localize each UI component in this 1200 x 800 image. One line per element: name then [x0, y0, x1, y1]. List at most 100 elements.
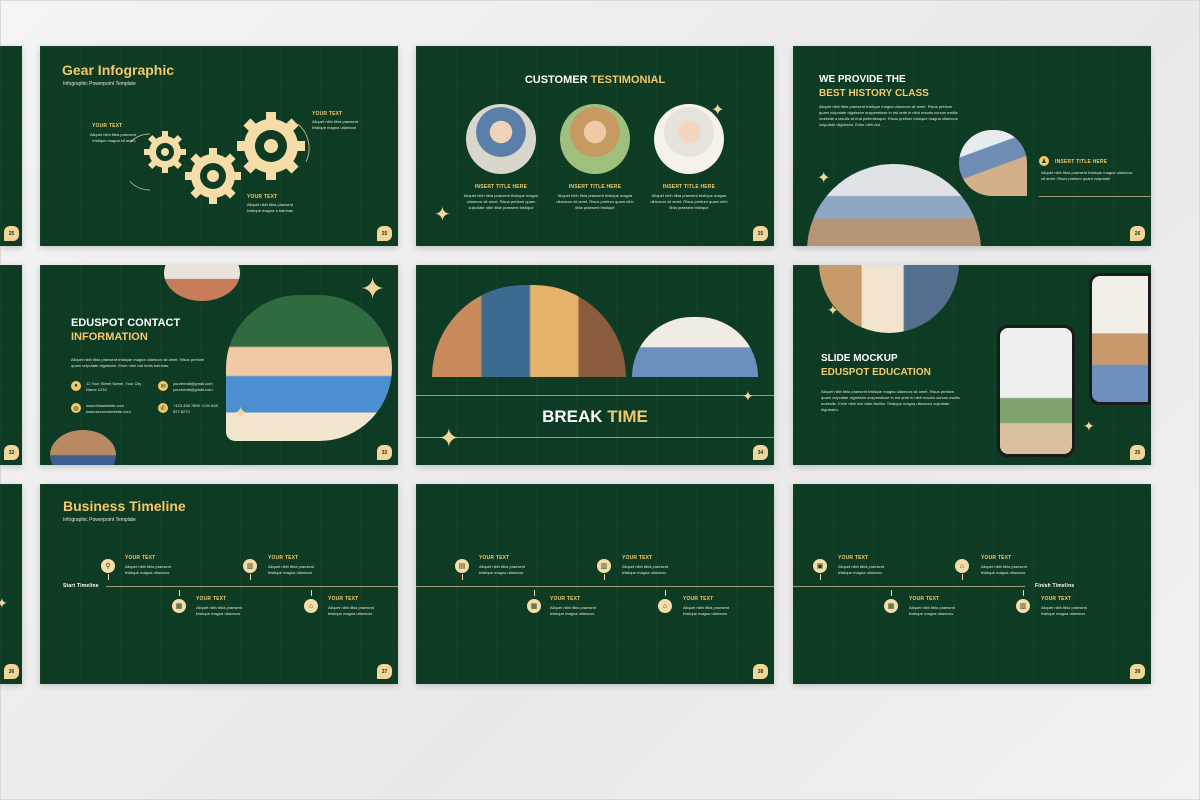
slide-body: Aliquet nibh tibia praesent tristique ma…	[821, 389, 960, 412]
timeline-axis	[793, 586, 1025, 587]
globe-icon: ◍	[71, 403, 81, 413]
website-text[interactable]: www.thiswebsite.com www.secondwebsite.co…	[86, 403, 142, 415]
timeline-tick	[820, 574, 821, 580]
page-number-badge: 36	[4, 664, 19, 679]
timeline-axis	[106, 586, 398, 587]
address-text: 12 Your Street Name, Your City Name 1234	[86, 381, 142, 392]
page-number-badge: 32	[4, 445, 19, 460]
text-label: YOUR TEXT	[92, 123, 123, 129]
mockup-photo	[819, 265, 959, 333]
sparkle-icon: ✦	[0, 595, 8, 611]
slide-title: SLIDE MOCKUP	[821, 353, 898, 364]
timeline-label: YOUR TEXT	[550, 596, 581, 602]
timeline-node[interactable]: ▦	[527, 599, 541, 613]
slide-history-class[interactable]: WE PROVIDE THE BEST HISTORY CLASS Alique…	[793, 46, 1151, 246]
timeline-tick	[604, 574, 605, 580]
slide-contact-information[interactable]: ✦ EDUSPOT CONTACT INFORMATION Aliquet ni…	[40, 265, 398, 465]
divider-line	[1039, 196, 1151, 197]
timeline-body: Aliquet nibh tibia praesent tristique ma…	[981, 564, 1028, 575]
timeline-tick	[462, 574, 463, 580]
timeline-node[interactable]: ⌂	[304, 599, 318, 613]
slide-break-time[interactable]: BREAK TIME ✦ ✦ 34	[416, 265, 774, 465]
slide-mockup-education[interactable]: ✦ SLIDE MOCKUP EDUSPOT EDUCATION Aliquet…	[793, 265, 1151, 465]
timeline-node[interactable]: ▥	[597, 559, 611, 573]
slide-subtitle: Infographic Powerpoint Template	[63, 517, 136, 523]
slide-title: Gear Infographic	[62, 62, 175, 78]
page-number-badge: 34	[753, 445, 768, 460]
timeline-node[interactable]: ⚲	[101, 559, 115, 573]
slide-gear-infographic[interactable]: Gear Infographic Infographic Powerpoint …	[40, 46, 398, 246]
timeline-tick	[108, 574, 109, 580]
partial-slide-row3[interactable]: ✦ 36	[0, 484, 22, 684]
page-number-badge: 39	[1130, 664, 1145, 679]
insert-body: Aliquet nibh tibia praesent tristique ma…	[1041, 170, 1133, 181]
page-number-badge: 35	[1130, 445, 1145, 460]
timeline-body: Aliquet nibh tibia praesent tristique ma…	[622, 564, 669, 575]
timeline-body: Aliquet nibh tibia praesent tristique ma…	[328, 605, 375, 616]
sparkle-icon: ✦	[234, 405, 248, 422]
timeline-label: YOUR TEXT	[479, 555, 510, 561]
page-number-badge: 26	[1130, 226, 1145, 241]
partial-slide-row2[interactable]: 32	[0, 265, 22, 465]
timeline-node[interactable]: ▥	[1016, 599, 1030, 613]
timeline-node[interactable]: ▦	[884, 599, 898, 613]
page-number-badge: 38	[753, 664, 768, 679]
break-photo-large	[432, 285, 626, 377]
phone-text: +123 456 7890 +234 608 827 8270	[173, 403, 218, 414]
sparkle-icon: ✦	[742, 388, 754, 404]
testimonial-title: INSERT TITLE HERE	[474, 184, 528, 190]
history-photo-large	[807, 164, 981, 246]
divider-line	[416, 437, 774, 438]
email-icon: ✉	[158, 381, 168, 391]
timeline-node[interactable]: ⌂	[955, 559, 969, 573]
page-number-badge: 25	[4, 226, 19, 241]
testimonial-body: Aliquet nibh tibia praesent tristique ma…	[463, 193, 539, 210]
timeline-body: Aliquet nibh tibia praesent tristique ma…	[683, 605, 730, 616]
timeline-node[interactable]: ▣	[813, 559, 827, 573]
timeline-tick	[665, 590, 666, 596]
timeline-label: YOUR TEXT	[909, 596, 940, 602]
partial-slide-row1[interactable]: 25	[0, 46, 22, 246]
timeline-node[interactable]: ⌂	[658, 599, 672, 613]
slide-customer-testimonial[interactable]: CUSTOMER TESTIMONIAL ✦ ✦ INSERT TITLE HE…	[416, 46, 774, 246]
timeline-body: Aliquet nibh tibia praesent tristique ma…	[125, 564, 172, 575]
timeline-node[interactable]: ▤	[455, 559, 469, 573]
timeline-tick	[250, 574, 251, 580]
slide-timeline-continued[interactable]: ▤ YOUR TEXT Aliquet nibh tibia praesent …	[416, 484, 774, 684]
testimonial-photo-2	[560, 104, 630, 174]
timeline-node[interactable]: ▦	[172, 599, 186, 613]
timeline-tick	[534, 590, 535, 596]
contact-photo-top	[164, 265, 240, 301]
testimonial-title: INSERT TITLE HERE	[662, 184, 716, 190]
timeline-label: YOUR TEXT	[683, 596, 714, 602]
timeline-start-label: Start Timeline	[63, 583, 99, 589]
slide-timeline-finish[interactable]: ▣ YOUR TEXT Aliquet nibh tibia praesent …	[793, 484, 1151, 684]
timeline-label: YOUR TEXT	[196, 596, 227, 602]
timeline-finish-label: Finish Timeline	[1035, 583, 1075, 589]
timeline-label: YOUR TEXT	[125, 555, 156, 561]
slide-title: CUSTOMER TESTIMONIAL	[524, 74, 666, 86]
contact-photo-bottom	[50, 430, 116, 465]
sparkle-icon: ✦	[827, 302, 839, 318]
slide-title: BREAK TIME	[542, 407, 648, 426]
timeline-body: Aliquet nibh tibia praesent tristique ma…	[909, 605, 956, 616]
sparkle-icon: ✦	[438, 423, 460, 453]
slide-business-timeline[interactable]: Business Timeline Infographic Powerpoint…	[40, 484, 398, 684]
sparkle-icon: ✦	[817, 170, 831, 187]
page-number-badge: 25	[753, 226, 768, 241]
timeline-tick	[311, 590, 312, 596]
email-text: youremail@gmail.com youremail@gmail.com	[173, 381, 213, 392]
timeline-node[interactable]: ▥	[243, 559, 257, 573]
timeline-tick	[1023, 590, 1024, 596]
slide-title-accent: INFORMATION	[71, 331, 148, 343]
slide-body: Aliquet nibh tibia praesent tristique ma…	[819, 104, 958, 127]
timeline-label: YOUR TEXT	[838, 555, 869, 561]
break-photo-small	[632, 317, 758, 377]
slide-title: Business Timeline	[63, 498, 186, 514]
page-number-badge: 32	[377, 445, 392, 460]
phone-mockup-back	[1089, 273, 1151, 405]
timeline-label: YOUR TEXT	[981, 555, 1012, 561]
sparkle-icon: ✦	[434, 204, 451, 226]
timeline-axis	[416, 586, 774, 587]
contact-photo-main	[226, 295, 392, 441]
